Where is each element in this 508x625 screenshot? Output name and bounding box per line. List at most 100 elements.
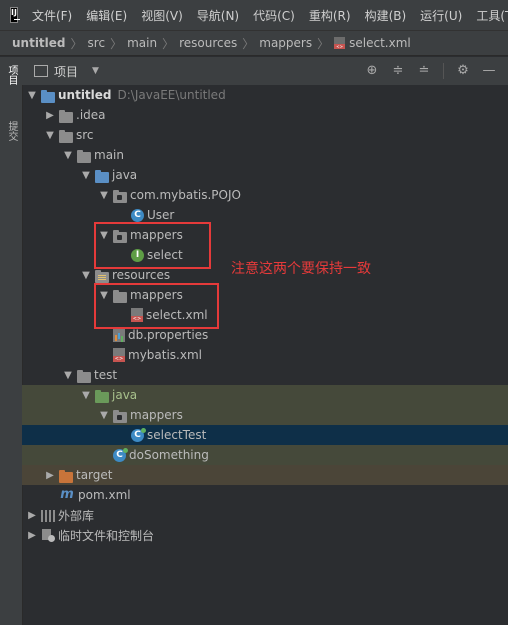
tree-label-java: java xyxy=(112,168,138,182)
breadcrumb-untitled[interactable]: untitled xyxy=(12,36,66,50)
tree-label-resources: resources xyxy=(112,268,171,282)
collapse-arrow-icon[interactable]: ▶ xyxy=(44,110,56,121)
highlight-box-java-mappers xyxy=(94,222,211,269)
tree-label-main: main xyxy=(94,148,124,162)
tree-label-target: target xyxy=(76,468,113,482)
menu-refactor[interactable]: 重构(R) xyxy=(309,7,351,24)
folder-icon xyxy=(59,129,73,143)
tree-row-pojo-package[interactable]: ▼ com.mybatis.POJO xyxy=(22,185,508,205)
project-tool-window-header: 项目 ▼ ⊕ ≑ ≐ ⚙ — xyxy=(22,57,508,85)
breadcrumb-main[interactable]: main xyxy=(127,36,157,50)
tree-label-pom: pom.xml xyxy=(78,488,131,502)
project-tree: ▼ untitled D:\JavaEE\untitled ▶ .idea ▼ … xyxy=(22,85,508,625)
expand-arrow-icon[interactable]: ▼ xyxy=(98,190,110,201)
libraries-icon xyxy=(41,510,55,522)
class-icon: C xyxy=(131,208,144,222)
resources-folder-icon xyxy=(95,269,109,283)
tree-label-untitled: untitled xyxy=(58,88,112,102)
tree-label-db-properties: db.properties xyxy=(128,328,209,342)
maven-icon: m xyxy=(60,487,74,502)
package-icon xyxy=(113,189,127,203)
breadcrumb-separator: 〉 xyxy=(242,36,255,51)
xml-file-icon xyxy=(113,348,125,362)
breadcrumb-src[interactable]: src xyxy=(88,36,106,50)
tree-label-test: test xyxy=(94,368,118,382)
project-toolbar: ⊕ ≑ ≐ ⚙ — xyxy=(365,57,508,85)
properties-file-icon xyxy=(113,328,125,342)
tree-row-main[interactable]: ▼ main xyxy=(22,145,508,165)
scratches-icon xyxy=(41,528,55,542)
source-folder-icon xyxy=(95,169,109,183)
menu-code[interactable]: 代码(C) xyxy=(253,7,295,24)
collapse-arrow-icon[interactable]: ▶ xyxy=(26,510,38,521)
tree-row-untitled[interactable]: ▼ untitled D:\JavaEE\untitled xyxy=(22,85,508,105)
expand-arrow-icon[interactable]: ▼ xyxy=(62,370,74,381)
menu-file[interactable]: 文件(F) xyxy=(32,7,72,24)
menu-run[interactable]: 运行(U) xyxy=(420,7,462,24)
minimize-icon[interactable]: — xyxy=(482,64,496,78)
tree-row-scratches[interactable]: ▶ 临时文件和控制台 xyxy=(22,525,508,545)
test-class-icon: C xyxy=(113,447,128,462)
highlight-box-resource-mappers xyxy=(94,283,219,329)
tree-label-idea: .idea xyxy=(76,108,106,122)
folder-icon xyxy=(77,149,91,163)
expand-arrow-icon[interactable]: ▼ xyxy=(44,130,56,141)
expand-all-icon[interactable]: ≑ xyxy=(391,64,405,78)
menu-navigate[interactable]: 导航(N) xyxy=(197,7,239,24)
project-panel-title[interactable]: 项目 xyxy=(54,63,78,80)
tree-label-do-something: doSomething xyxy=(129,448,209,462)
expand-arrow-icon[interactable]: ▼ xyxy=(80,170,92,181)
menu-tools[interactable]: 工具(T) xyxy=(476,7,508,24)
collapse-arrow-icon[interactable]: ▶ xyxy=(26,530,38,541)
tree-label-test-java: java xyxy=(112,388,138,402)
side-tab-project[interactable]: 项目 xyxy=(3,65,19,85)
tree-row-do-something[interactable]: ▶ C doSomething xyxy=(22,445,508,465)
expand-arrow-icon[interactable]: ▼ xyxy=(26,90,38,101)
collapse-arrow-icon[interactable]: ▶ xyxy=(44,470,56,481)
expand-arrow-icon[interactable]: ▼ xyxy=(80,390,92,401)
xml-file-icon xyxy=(334,37,346,49)
expand-arrow-icon[interactable]: ▼ xyxy=(80,270,92,281)
left-tool-strip: 项目 提交 xyxy=(0,57,23,625)
tree-label-user: User xyxy=(147,208,175,222)
tree-row-src[interactable]: ▼ src xyxy=(22,125,508,145)
folder-icon xyxy=(59,109,73,123)
intellij-logo-icon[interactable]: IJ xyxy=(10,7,20,23)
folder-icon xyxy=(77,369,91,383)
tree-row-test[interactable]: ▼ test xyxy=(22,365,508,385)
expand-arrow-icon[interactable]: ▼ xyxy=(62,150,74,161)
expand-arrow-icon[interactable]: ▼ xyxy=(98,410,110,421)
tree-label-src: src xyxy=(76,128,94,142)
excluded-folder-icon xyxy=(59,469,73,483)
tree-row-external-libraries[interactable]: ▶ 外部库 xyxy=(22,505,508,525)
tree-row-select-test[interactable]: ▶ C selectTest xyxy=(22,425,508,445)
side-tab-commit[interactable]: 提交 xyxy=(3,121,19,141)
breadcrumb-separator: 〉 xyxy=(110,36,123,51)
test-source-folder-icon xyxy=(95,389,109,403)
chevron-down-icon[interactable]: ▼ xyxy=(92,66,99,76)
tree-label-scratches: 临时文件和控制台 xyxy=(58,528,155,543)
tree-root-path: D:\JavaEE\untitled xyxy=(117,88,226,102)
menu-view[interactable]: 视图(V) xyxy=(141,7,183,24)
annotation-text: 注意这两个要保持一致 xyxy=(231,261,371,277)
package-icon xyxy=(113,409,127,423)
tree-row-test-java[interactable]: ▼ java xyxy=(22,385,508,405)
tree-row-test-mappers[interactable]: ▼ mappers xyxy=(22,405,508,425)
menu-build[interactable]: 构建(B) xyxy=(365,7,407,24)
gear-icon[interactable]: ⚙ xyxy=(456,64,470,78)
breadcrumb-resources[interactable]: resources xyxy=(179,36,237,50)
menu-edit[interactable]: 编辑(E) xyxy=(86,7,127,24)
breadcrumb-mappers[interactable]: mappers xyxy=(259,36,312,50)
collapse-all-icon[interactable]: ≐ xyxy=(417,64,431,78)
breadcrumb-select-xml[interactable]: select.xml xyxy=(349,36,411,50)
tree-row-target[interactable]: ▶ target xyxy=(22,465,508,485)
breadcrumb-separator: 〉 xyxy=(317,36,330,51)
tree-row-pom[interactable]: ▶ m pom.xml xyxy=(22,485,508,505)
tree-label-pojo-package: com.mybatis.POJO xyxy=(130,188,241,202)
crosshair-icon[interactable]: ⊕ xyxy=(365,64,379,78)
tree-row-java[interactable]: ▼ java xyxy=(22,165,508,185)
toolbar-divider xyxy=(443,63,444,79)
test-class-icon: C xyxy=(131,427,146,442)
tree-row-mybatis-xml[interactable]: ▶ mybatis.xml xyxy=(22,345,508,365)
tree-row-idea[interactable]: ▶ .idea xyxy=(22,105,508,125)
